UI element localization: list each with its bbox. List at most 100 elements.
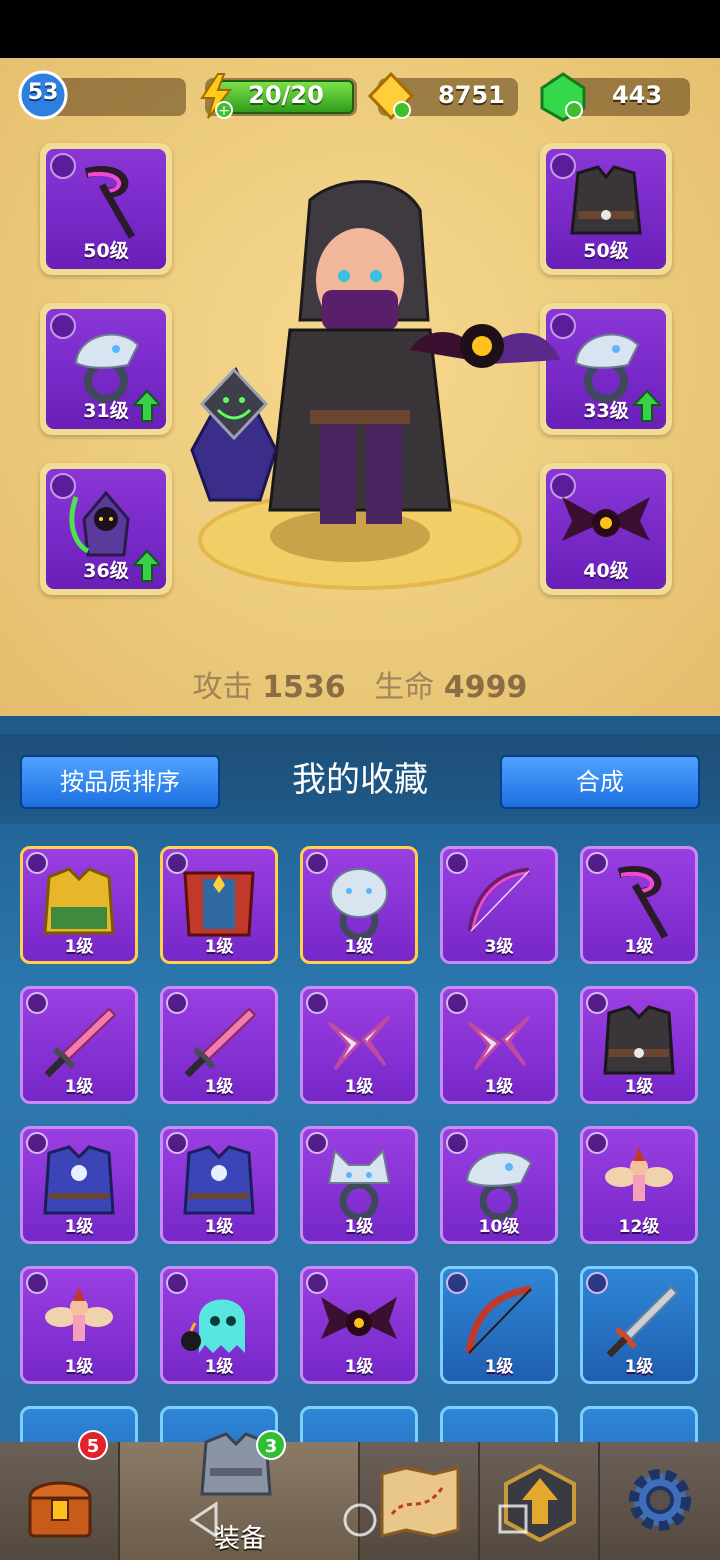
- collection-item[interactable]: 1级: [160, 986, 278, 1104]
- collection-item[interactable]: 1级: [20, 986, 138, 1104]
- collection-item[interactable]: 12级: [580, 1126, 698, 1244]
- collection-item[interactable]: 1级: [580, 1266, 698, 1384]
- collection-item[interactable]: 1级: [440, 1266, 558, 1384]
- blue-robe-icon: [43, 1145, 115, 1215]
- slot-level: 50级: [583, 240, 629, 262]
- item-level: 1级: [64, 937, 94, 957]
- dark-armor-icon: [603, 1005, 675, 1075]
- item-level: 1级: [64, 1217, 94, 1237]
- red-cape-armor-icon: [183, 871, 255, 937]
- gem-amount: 443: [612, 81, 663, 109]
- collection-item[interactable]: 1级: [580, 986, 698, 1104]
- upgrade-arrow-icon: [132, 389, 162, 422]
- system-back-icon[interactable]: [186, 1500, 222, 1540]
- item-level: 1级: [64, 1077, 94, 1097]
- blue-robe-icon: [183, 1145, 255, 1215]
- collection-item[interactable]: 10级: [440, 1126, 558, 1244]
- treasure-chest-icon: [28, 1481, 92, 1538]
- pink-sword-icon: [44, 1007, 117, 1078]
- collection-item[interactable]: 1级: [160, 846, 278, 964]
- item-level: 1级: [204, 1217, 234, 1237]
- green-gem-icon[interactable]: [536, 72, 590, 122]
- player-level-text: 53: [27, 80, 59, 105]
- collection-next-row: [0, 1406, 720, 1442]
- energy-text: 20/20: [248, 81, 324, 109]
- scythe-icon: [617, 866, 669, 939]
- hero-character[interactable]: [180, 180, 560, 620]
- player-level-badge[interactable]: 53: [18, 70, 68, 120]
- scythe-icon: [84, 166, 136, 239]
- collection-item[interactable]: 1级: [160, 1126, 278, 1244]
- nav-settings-button[interactable]: [600, 1442, 720, 1560]
- equip-slot-weapon[interactable]: 50级: [40, 143, 172, 275]
- collection-item[interactable]: 1级: [20, 1266, 138, 1384]
- slot-level: 40级: [583, 560, 629, 582]
- nav-shop-button[interactable]: [0, 1442, 120, 1560]
- item-level: 1级: [204, 1357, 234, 1377]
- collection-item[interactable]: 1级: [20, 846, 138, 964]
- shop-badge: 5: [78, 1430, 108, 1460]
- serrated-sword-icon: [606, 1285, 679, 1358]
- item-level: 1级: [344, 1077, 374, 1097]
- system-recents-icon[interactable]: [496, 1500, 532, 1540]
- red-bow-icon: [465, 1285, 532, 1354]
- wolf-ring-icon: [327, 1148, 391, 1221]
- upgrade-arrow-icon: [132, 549, 162, 582]
- collection-item[interactable]: 1级: [300, 1266, 418, 1384]
- gold-amount: 8751: [438, 81, 505, 109]
- item-level: 1级: [624, 1357, 654, 1377]
- item-level: 3级: [484, 937, 514, 957]
- item-level: 1级: [624, 1077, 654, 1097]
- item-level: 1级: [64, 1357, 94, 1377]
- golden-armor-icon: [43, 867, 115, 935]
- pink-sword-icon: [184, 1007, 257, 1078]
- item-level: 1级: [484, 1357, 514, 1377]
- item-level: 1级: [344, 937, 374, 957]
- item-level: 1级: [344, 1217, 374, 1237]
- nav-equip-label: 装备: [213, 1524, 266, 1554]
- collection-item[interactable]: 1级: [160, 1266, 278, 1384]
- collection-item[interactable]: [580, 1406, 698, 1442]
- collection-item[interactable]: 1级: [440, 986, 558, 1104]
- item-level: 10级: [478, 1217, 520, 1237]
- equip-slot-pet-left[interactable]: 36级: [40, 463, 172, 595]
- dark-armor-icon: [570, 165, 642, 235]
- collection-item[interactable]: [440, 1406, 558, 1442]
- gear-icon: [629, 1469, 691, 1531]
- upgrade-arrow-icon: [632, 389, 662, 422]
- collection-item[interactable]: [300, 1406, 418, 1442]
- bat-eye-pet-icon: [321, 1297, 397, 1339]
- bow-icon: [467, 867, 530, 932]
- item-level: 1级: [204, 1077, 234, 1097]
- ghost-pet-icon: [181, 1299, 245, 1353]
- hp-label: 生命: [374, 670, 435, 705]
- slot-level: 50级: [83, 240, 129, 262]
- item-level: 1级: [204, 937, 234, 957]
- equip-badge: 3: [256, 1430, 286, 1460]
- item-level: 1级: [624, 937, 654, 957]
- bat-eye-pet-icon: [562, 497, 650, 541]
- attack-label: 攻击: [192, 670, 253, 705]
- shuriken-icon: [327, 1015, 391, 1071]
- collection-item[interactable]: 1级: [20, 1126, 138, 1244]
- collection-item[interactable]: 1级: [580, 846, 698, 964]
- merge-button[interactable]: 合成: [500, 755, 700, 809]
- collection-item[interactable]: 1级: [300, 1126, 418, 1244]
- serpent-ring-icon: [465, 1151, 533, 1221]
- sort-by-quality-button[interactable]: 按品质排序: [20, 755, 220, 809]
- nav-map-button[interactable]: [360, 1442, 480, 1560]
- collection-item[interactable]: 1级: [300, 846, 418, 964]
- bear-ring-icon: [330, 868, 388, 941]
- collection-item[interactable]: 1级: [300, 986, 418, 1104]
- shuriken-icon: [467, 1015, 531, 1071]
- gold-coin-icon[interactable]: [364, 70, 418, 122]
- hp-value: 4999: [443, 670, 528, 705]
- item-level: 1级: [344, 1357, 374, 1377]
- equip-slot-ring-left[interactable]: 31级: [40, 303, 172, 435]
- item-level: 12级: [618, 1217, 660, 1237]
- map-icon: [380, 1466, 460, 1538]
- collection-item[interactable]: 3级: [440, 846, 558, 964]
- collection-title: 我的收藏: [292, 760, 428, 800]
- system-home-icon[interactable]: [342, 1500, 378, 1540]
- item-level: 1级: [484, 1077, 514, 1097]
